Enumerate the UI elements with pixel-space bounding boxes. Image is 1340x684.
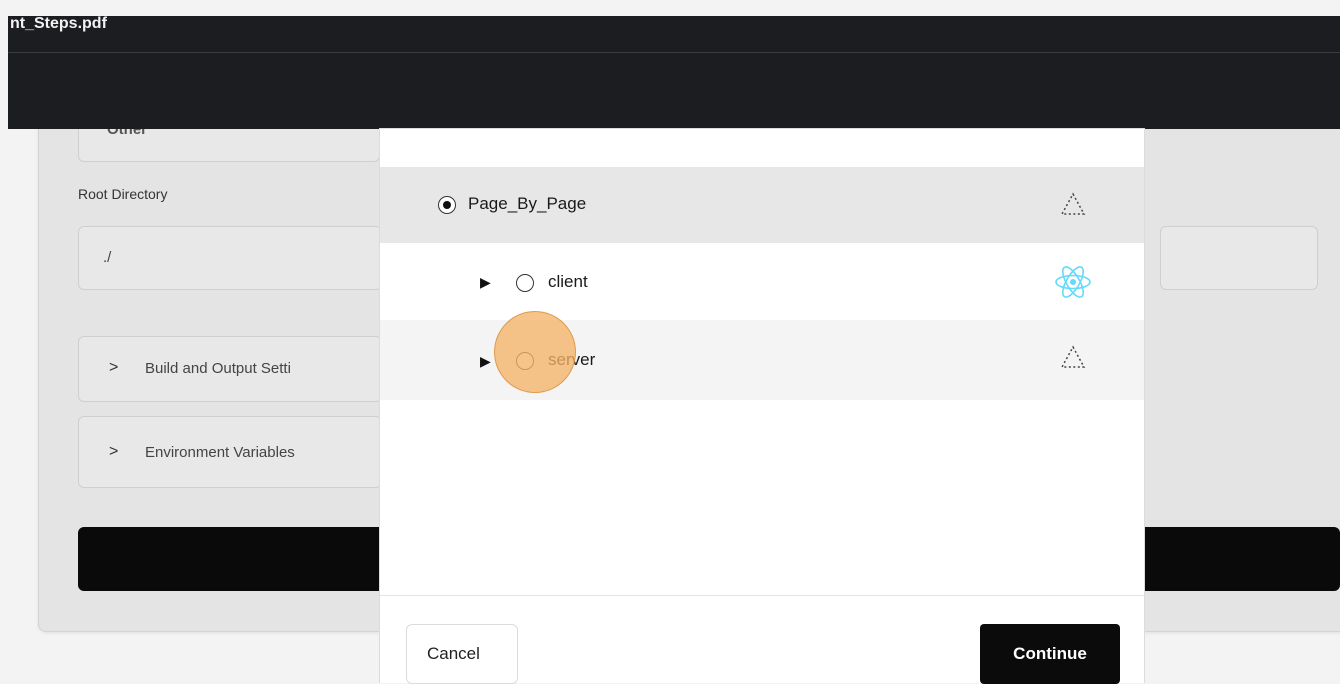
directory-name: client bbox=[548, 272, 588, 291]
chevron-right-icon: > bbox=[109, 443, 119, 460]
header-divider bbox=[8, 52, 1340, 53]
modal-footer: Cancel Continue bbox=[380, 595, 1144, 684]
app-header: nt_Steps.pdf bbox=[8, 15, 1340, 129]
build-output-settings-toggle[interactable]: > Build and Output Setti bbox=[78, 336, 382, 402]
expand-triangle-icon[interactable]: ▶ bbox=[480, 353, 491, 370]
radio-selected[interactable] bbox=[438, 196, 456, 214]
radio-unselected[interactable] bbox=[516, 274, 534, 292]
chevron-right-icon: > bbox=[109, 359, 119, 376]
environment-variables-label: Environment Variables bbox=[145, 444, 295, 461]
continue-button[interactable]: Continue bbox=[980, 624, 1120, 684]
environment-variables-toggle[interactable]: > Environment Variables bbox=[78, 416, 382, 488]
root-directory-label: Root Directory bbox=[78, 186, 168, 202]
root-directory-value: ./ bbox=[103, 249, 112, 266]
root-directory-edit-area bbox=[1160, 226, 1318, 290]
expand-triangle-icon[interactable]: ▶ bbox=[480, 274, 491, 291]
directory-name: Page_By_Page bbox=[468, 194, 587, 213]
document-title: nt_Steps.pdf bbox=[10, 15, 107, 32]
vercel-triangle-icon bbox=[1060, 192, 1086, 215]
click-indicator bbox=[494, 311, 576, 393]
directory-row-client[interactable]: ▶ client bbox=[380, 243, 1144, 321]
react-icon bbox=[1055, 266, 1091, 298]
build-output-settings-label: Build and Output Setti bbox=[145, 360, 291, 377]
select-root-directory-modal: Page_By_Page ▶ client ▶ server Cancel Co… bbox=[380, 129, 1144, 684]
root-directory-input[interactable]: ./ bbox=[78, 226, 382, 290]
vercel-triangle-icon bbox=[1060, 345, 1086, 368]
directory-row-root[interactable]: Page_By_Page bbox=[380, 167, 1144, 243]
cancel-button[interactable]: Cancel bbox=[406, 624, 518, 684]
